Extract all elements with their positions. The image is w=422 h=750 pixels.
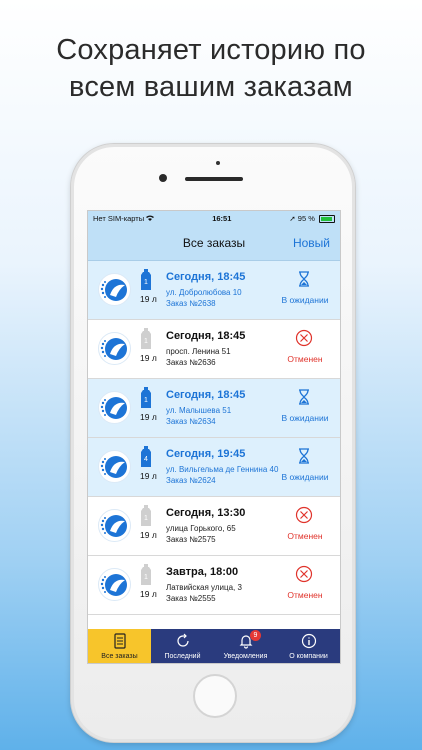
order-datetime: Сегодня, 18:45 (166, 271, 246, 283)
hourglass-icon (295, 388, 313, 406)
location-arrow-icon: ➚ (289, 213, 296, 223)
company-logo-icon (98, 568, 131, 601)
marketing-headline: Сохраняет историю по всем вашим заказам (0, 32, 422, 106)
order-number: Заказ №2624 (166, 476, 216, 485)
tab-label: Все заказы (101, 653, 138, 660)
order-address: просп. Ленина 51 (166, 347, 231, 356)
order-row[interactable]: 1 19 л Сегодня, 13:30 улица Горького, 65… (88, 497, 340, 556)
headline-line-1: Сохраняет историю по (56, 34, 366, 66)
volume-label: 19 л (140, 530, 157, 540)
carrier-label: Нет SIM-карты (93, 214, 155, 223)
headline-line-2: всем вашим заказам (69, 71, 353, 103)
bottle-qty: 1 (144, 338, 148, 345)
order-number: Заказ №2638 (166, 299, 216, 308)
order-row[interactable]: 1 19 л Сегодня, 18:45 ул. Добролюбова 10… (88, 261, 340, 320)
status-right: ➚ 95 % (289, 214, 335, 223)
tab-bar: Все заказы Последний 9 Уведомления О ком… (88, 629, 340, 663)
cancel-circle-icon (295, 506, 313, 524)
water-bottle-icon: 1 (141, 564, 151, 585)
order-row[interactable]: 1 19 л Сегодня, 18:45 просп. Ленина 51 З… (88, 320, 340, 379)
battery-icon (318, 215, 335, 223)
tab-label: Последний (164, 653, 201, 660)
order-address: ул. Малышева 51 (166, 406, 232, 415)
tab-info[interactable]: О компании (277, 629, 340, 663)
order-address: ул. Вильгельма де Геннина 40 (166, 465, 279, 474)
bottle-qty: 1 (144, 279, 148, 286)
orders-list: 1 19 л Сегодня, 18:45 ул. Добролюбова 10… (88, 261, 340, 619)
order-number: Заказ №2634 (166, 417, 216, 426)
home-button[interactable] (193, 674, 237, 718)
order-number: Заказ №2575 (166, 535, 216, 544)
volume-label: 19 л (140, 353, 157, 363)
hourglass-icon (295, 447, 313, 465)
notification-badge: 9 (250, 630, 261, 641)
order-row[interactable]: 1 19 л Сегодня, 18:45 ул. Малышева 51 За… (88, 379, 340, 438)
water-bottle-icon: 1 (141, 387, 151, 408)
phone-frame: Нет SIM-карты 16:51 ➚ 95 % Все заказы Но… (70, 143, 356, 743)
company-logo-icon (98, 332, 131, 365)
app-screen: Нет SIM-карты 16:51 ➚ 95 % Все заказы Но… (87, 210, 341, 664)
cancel-circle-icon (295, 565, 313, 583)
phone-speaker-dot (216, 161, 220, 165)
tab-list[interactable]: Все заказы (88, 629, 151, 663)
volume-label: 19 л (140, 589, 157, 599)
phone-earpiece (185, 177, 243, 181)
water-bottle-icon: 4 (141, 446, 151, 467)
cancel-circle-icon (295, 329, 313, 347)
order-datetime: Сегодня, 18:45 (166, 330, 246, 342)
order-row[interactable]: 4 19 л Сегодня, 19:45 ул. Вильгельма де … (88, 438, 340, 497)
order-datetime: Сегодня, 13:30 (166, 507, 246, 519)
tab-refresh[interactable]: Последний (151, 629, 214, 663)
order-datetime: Сегодня, 18:45 (166, 389, 246, 401)
order-datetime: Сегодня, 19:45 (166, 448, 246, 460)
bottle-qty: 1 (144, 574, 148, 581)
water-bottle-icon: 1 (141, 505, 151, 526)
order-datetime: Завтра, 18:00 (166, 566, 239, 578)
order-row[interactable]: 1 19 л Завтра, 18:00 Латвийская улица, 3… (88, 556, 340, 615)
order-status: В ожидании (281, 472, 329, 482)
order-status: Отменен (287, 531, 323, 541)
bottle-qty: 4 (144, 456, 148, 463)
volume-label: 19 л (140, 471, 157, 481)
status-time: 16:51 (212, 214, 232, 223)
tab-bell[interactable]: 9 Уведомления (214, 629, 277, 663)
phone-camera (159, 174, 167, 182)
company-logo-icon (98, 450, 131, 483)
nav-bar: Все заказы Новый (88, 226, 340, 261)
tab-label: О компании (289, 653, 328, 660)
order-status: В ожидании (281, 413, 329, 423)
refresh-icon (175, 633, 191, 649)
hourglass-icon (295, 270, 313, 288)
volume-label: 19 л (140, 412, 157, 422)
info-icon (301, 633, 317, 649)
water-bottle-icon: 1 (141, 269, 151, 290)
battery-percent: 95 % (297, 213, 315, 223)
company-logo-icon (98, 509, 131, 542)
company-logo-icon (98, 391, 131, 424)
order-address: улица Горького, 65 (166, 524, 236, 533)
status-bar: Нет SIM-карты 16:51 ➚ 95 % (88, 211, 340, 226)
order-number: Заказ №2636 (166, 358, 216, 367)
order-number: Заказ №2555 (166, 594, 216, 603)
wifi-icon (146, 214, 155, 223)
water-bottle-icon: 1 (141, 328, 151, 349)
new-order-button[interactable]: Новый (293, 236, 330, 250)
bottle-qty: 1 (144, 515, 148, 522)
tab-label: Уведомления (223, 653, 268, 660)
volume-label: 19 л (140, 294, 157, 304)
bottle-qty: 1 (144, 397, 148, 404)
list-icon (112, 633, 128, 649)
order-status: В ожидании (281, 295, 329, 305)
order-status: Отменен (287, 590, 323, 600)
order-address: Латвийская улица, 3 (166, 583, 242, 592)
order-status: Отменен (287, 354, 323, 364)
order-address: ул. Добролюбова 10 (166, 288, 242, 297)
company-logo-icon (98, 273, 131, 306)
